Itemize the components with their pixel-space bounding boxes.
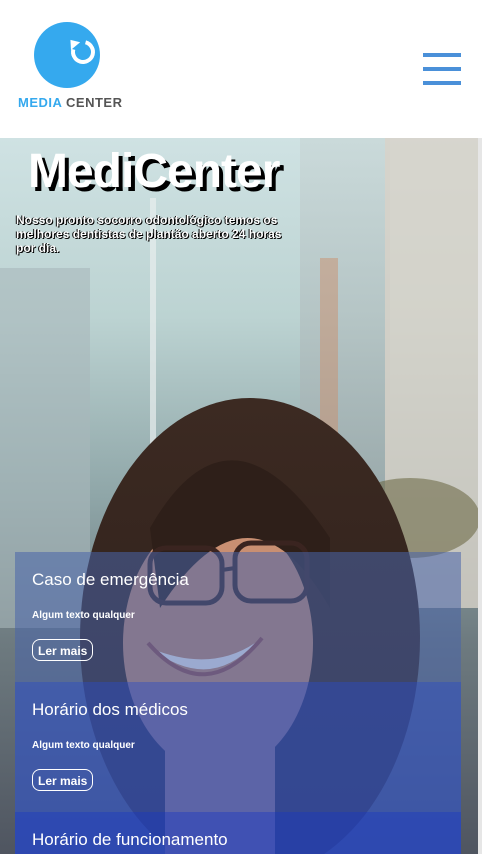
- card-text: Algum texto qualquer: [32, 610, 135, 621]
- refresh-circle-icon: [34, 22, 100, 88]
- card-opening-hours: Horário de funcionamento: [15, 812, 461, 854]
- hero-section: MediCenter Nosso pronto socorro odontoló…: [0, 138, 478, 854]
- read-more-button[interactable]: Ler mais: [32, 639, 94, 661]
- hero-title: MediCenter: [28, 145, 280, 198]
- logo-word-center: CENTER: [66, 95, 123, 110]
- logo-text: MEDIA CENTER: [18, 95, 122, 110]
- card-text: Algum texto qualquer: [32, 740, 135, 751]
- read-more-button[interactable]: Ler mais: [32, 769, 94, 791]
- hero-description: Nosso pronto socorro odontológico temos …: [16, 213, 282, 255]
- hamburger-menu-icon[interactable]: [423, 53, 461, 85]
- card-emergency: Caso de emergência Algum texto qualquer …: [15, 552, 461, 682]
- card-title: Horário dos médicos: [32, 700, 188, 719]
- card-title: Horário de funcionamento: [32, 830, 228, 849]
- logo-word-media: MEDIA: [18, 95, 62, 110]
- card-title: Caso de emergência: [32, 570, 189, 589]
- card-doctor-hours: Horário dos médicos Algum texto qualquer…: [15, 682, 461, 812]
- site-header: MEDIA CENTER: [0, 0, 482, 138]
- logo[interactable]: MEDIA CENTER: [18, 22, 128, 112]
- scrollbar[interactable]: [478, 138, 482, 854]
